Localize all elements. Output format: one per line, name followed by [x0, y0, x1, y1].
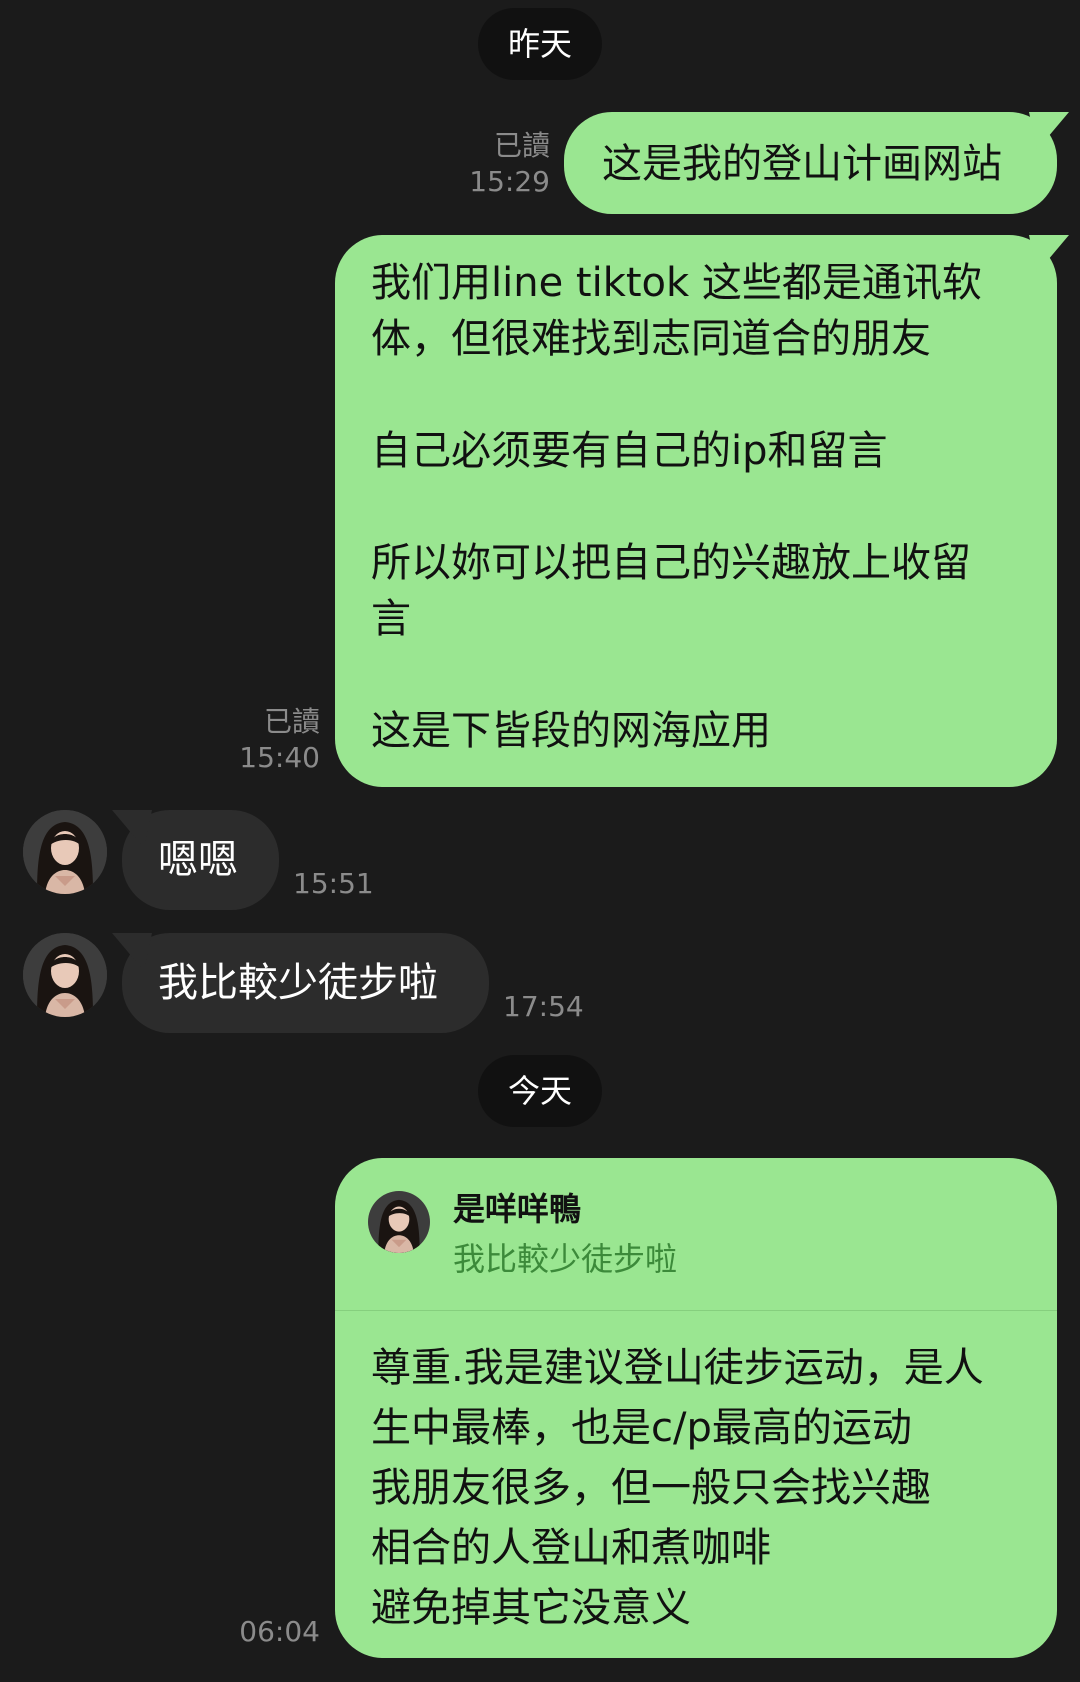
contact-avatar-icon[interactable] — [23, 810, 107, 894]
message-time: 15:40 — [239, 741, 320, 774]
message-time: 06:04 — [239, 1615, 320, 1648]
message-text: 嗯嗯 — [158, 837, 238, 883]
incoming-message-bubble[interactable]: 我比較少徒步啦 — [122, 933, 489, 1033]
date-label: 昨天 — [507, 25, 573, 63]
date-label: 今天 — [507, 1072, 573, 1110]
outgoing-message-bubble[interactable]: 我们用line tiktok 这些都是通讯软 体，但很难找到志同道合的朋友 自己… — [335, 235, 1057, 787]
quoted-sender-name: 是咩咩鴨 — [453, 1190, 582, 1228]
quoted-contact-avatar-icon — [368, 1191, 430, 1253]
date-separator-today: 今天 — [477, 1055, 603, 1127]
read-receipt: 已讀 — [263, 705, 320, 738]
message-meta: 已讀 15:29 — [440, 128, 550, 200]
message-time: 15:29 — [469, 165, 550, 198]
quoted-message-text: 我比較少徒步啦 — [453, 1240, 678, 1278]
outgoing-reply-message-bubble[interactable]: 是咩咩鴨 我比較少徒步啦 尊重.我是建议登山徒步运动，是人 生中最棒，也是c/p… — [335, 1158, 1057, 1658]
message-meta: 06:04 — [220, 1614, 320, 1650]
message-time: 17:54 — [503, 990, 584, 1023]
incoming-message-bubble[interactable]: 嗯嗯 — [122, 810, 279, 910]
reply-divider — [335, 1310, 1057, 1311]
message-text: 我比較少徒步啦 — [158, 960, 438, 1006]
outgoing-message-bubble[interactable]: 这是我的登山计画网站 — [564, 112, 1057, 214]
message-text: 我们用line tiktok 这些都是通讯软 体，但很难找到志同道合的朋友 自己… — [371, 260, 982, 754]
date-separator-yesterday: 昨天 — [477, 8, 603, 80]
read-receipt: 已讀 — [493, 129, 550, 162]
message-text: 尊重.我是建议登山徒步运动，是人 生中最棒，也是c/p最高的运动 我朋友很多，但… — [371, 1345, 984, 1631]
reply-quote[interactable]: 是咩咩鴨 我比較少徒步啦 — [335, 1158, 1057, 1310]
message-time: 15:51 — [293, 867, 374, 900]
message-text: 这是我的登山计画网站 — [602, 141, 1002, 187]
contact-avatar-icon[interactable] — [23, 933, 107, 1017]
message-meta: 已讀 15:40 — [220, 704, 320, 776]
